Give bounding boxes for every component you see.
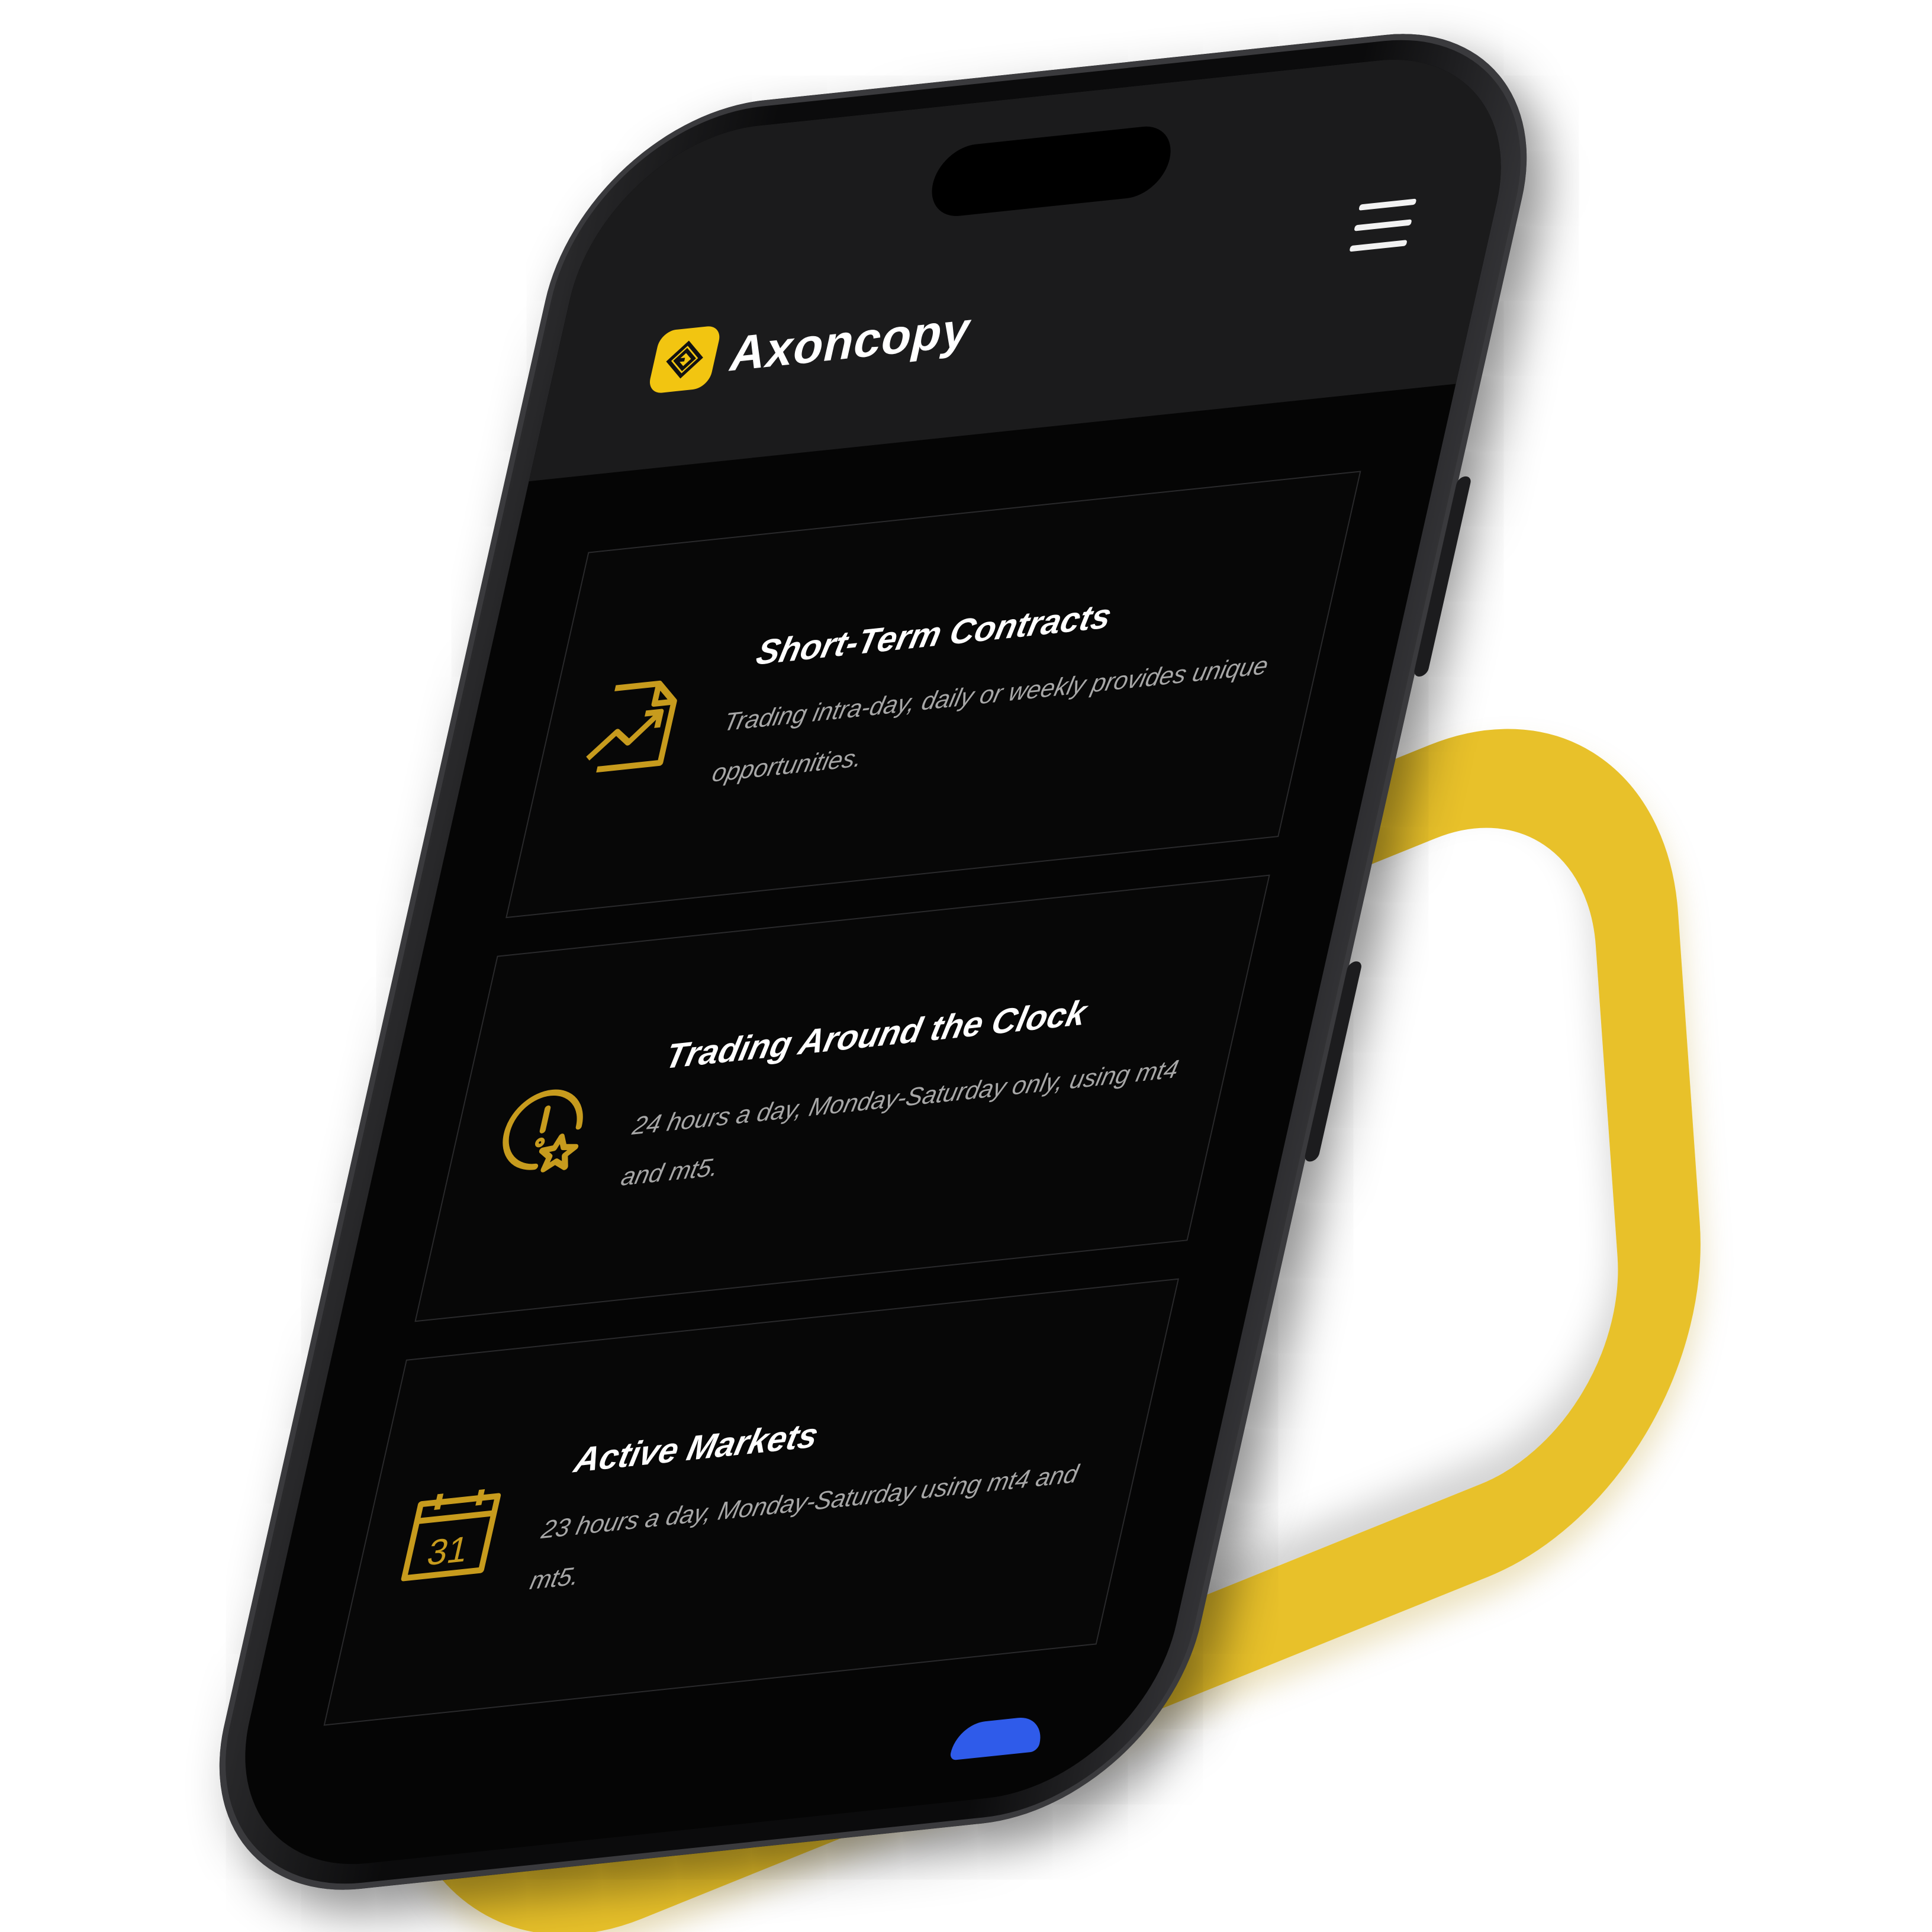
chart-document-icon (572, 669, 695, 783)
site-header: Axoncopy (529, 44, 1532, 482)
device-mockup-stage: Axoncopy Short-Term Contracts Trading in… (0, 0, 1932, 1932)
hamburger-menu-icon[interactable] (1349, 198, 1417, 252)
floating-chat-button[interactable] (949, 1715, 1046, 1761)
axoncopy-logo-icon (646, 324, 723, 395)
feature-card-short-term-contracts: Short-Term Contracts Trading intra-day, … (505, 471, 1361, 919)
feature-card-active-markets: 31 Active Markets 23 hours a day, Monday… (323, 1278, 1180, 1726)
calendar-number: 31 (423, 1529, 472, 1574)
calendar-icon: 31 (390, 1477, 514, 1590)
brand[interactable]: Axoncopy (646, 298, 977, 395)
brand-name: Axoncopy (724, 301, 977, 382)
feature-card-trading-around-clock: Trading Around the Clock 24 hours a day,… (414, 874, 1270, 1322)
clock-star-icon (481, 1073, 604, 1187)
